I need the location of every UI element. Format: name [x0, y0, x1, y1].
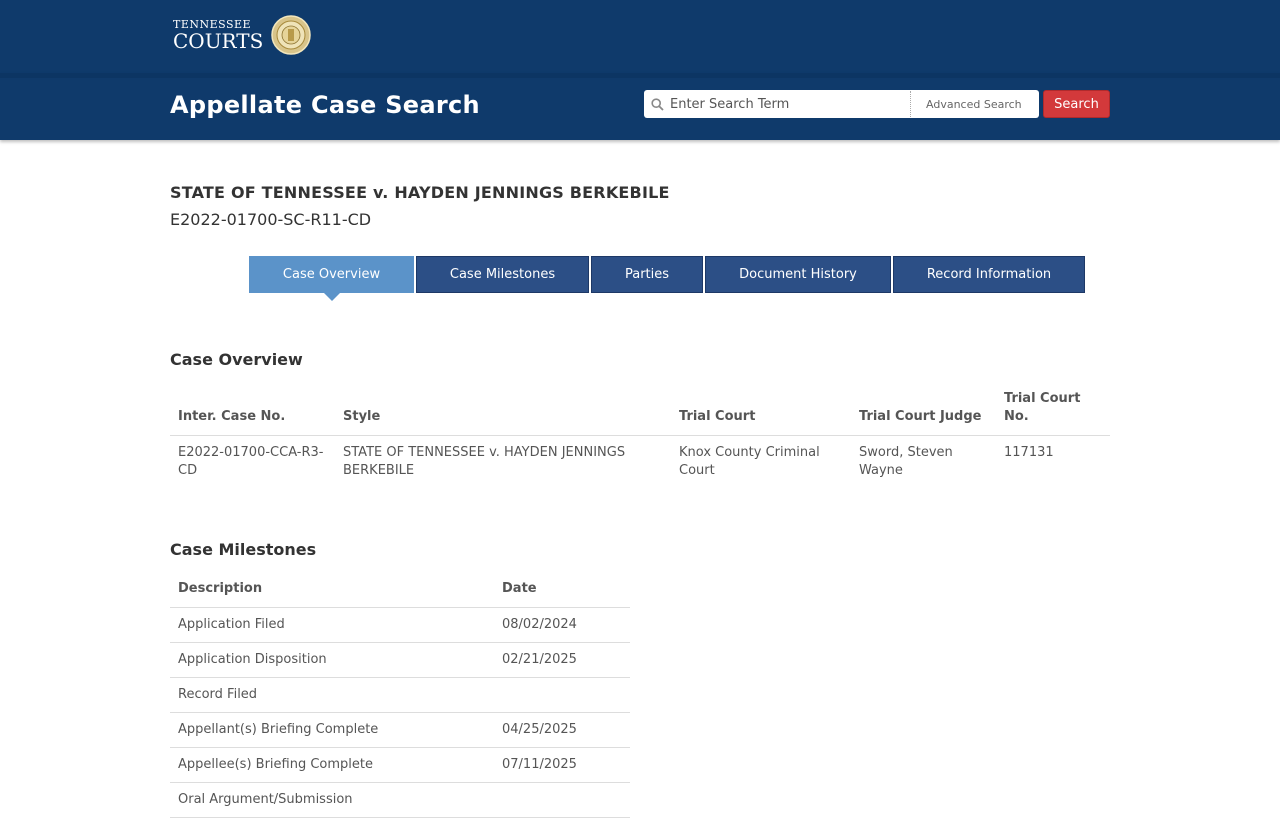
tab-parties[interactable]: Parties — [591, 256, 703, 293]
column-header: Inter. Case No. — [170, 382, 335, 436]
column-header: Trial Court No. — [996, 382, 1110, 436]
table-cell: Appellant(s) Briefing Complete — [170, 712, 494, 748]
table-row: Appellant(s) Briefing Complete 04/25/202… — [170, 712, 630, 748]
table-cell — [494, 782, 630, 818]
table-cell: 04/25/2025 — [494, 712, 630, 748]
advanced-search-link[interactable]: Advanced Search — [910, 91, 1022, 117]
column-header: Trial Court — [671, 382, 851, 436]
table-row: Application Disposition 02/21/2025 — [170, 642, 630, 678]
table-header-row: Description Date — [170, 572, 630, 608]
table-row: Appellee(s) Briefing Complete 07/11/2025 — [170, 747, 630, 783]
tab-case-milestones[interactable]: Case Milestones — [416, 256, 589, 293]
search-input[interactable] — [670, 91, 910, 117]
table-cell: 117131 — [1004, 445, 1054, 460]
column-header: Date — [494, 572, 630, 608]
top-header: TENNESSEE COURTS — [0, 0, 1280, 73]
table-cell: Appellee(s) Briefing Complete — [170, 747, 494, 783]
case-tabs: Case Overview Case Milestones Parties Do… — [249, 256, 1085, 301]
case-title: STATE OF TENNESSEE v. HAYDEN JENNINGS BE… — [170, 183, 670, 202]
case-number: E2022-01700-SC-R11-CD — [170, 210, 372, 229]
case-overview-table: Inter. Case No. Style Trial Court Trial … — [170, 382, 1110, 488]
case-milestones-table: Description Date Application Filed 08/02… — [170, 572, 630, 818]
column-header: Style — [335, 382, 671, 436]
search-button[interactable]: Search — [1043, 90, 1110, 118]
table-row: E2022-01700-CCA-R3-CD STATE OF TENNESSEE… — [170, 436, 1110, 489]
page-title: Appellate Case Search — [170, 91, 480, 119]
table-cell: 08/02/2024 — [494, 607, 630, 643]
table-header-row: Inter. Case No. Style Trial Court Trial … — [170, 382, 1110, 436]
tennessee-courts-logo[interactable]: TENNESSEE COURTS — [173, 14, 312, 56]
case-overview-heading: Case Overview — [170, 350, 303, 369]
table-row: Record Filed — [170, 677, 630, 713]
column-header: Description — [170, 572, 494, 608]
tab-case-overview[interactable]: Case Overview — [249, 256, 414, 301]
table-cell: STATE OF TENNESSEE v. HAYDEN JENNINGS BE… — [343, 445, 626, 478]
table-cell: Application Filed — [170, 607, 494, 643]
column-header: Trial Court Judge — [851, 382, 996, 436]
table-cell: Sword, Steven Wayne — [859, 445, 953, 478]
table-cell: Oral Argument/Submission — [170, 782, 494, 818]
table-cell: 02/21/2025 — [494, 642, 630, 678]
case-milestones-heading: Case Milestones — [170, 540, 317, 559]
tab-document-history[interactable]: Document History — [705, 256, 891, 293]
logo-text: TENNESSEE COURTS — [173, 19, 263, 51]
table-cell: Application Disposition — [170, 642, 494, 678]
search-icon — [644, 90, 670, 118]
search-box: Advanced Search — [644, 90, 1039, 118]
tab-record-information[interactable]: Record Information — [893, 256, 1085, 293]
table-cell — [494, 677, 630, 713]
table-row: Oral Argument/Submission — [170, 782, 630, 818]
state-seal-icon — [271, 15, 312, 55]
logo-big-text: COURTS — [173, 29, 264, 53]
search-header-bar: Appellate Case Search Advanced Search Se… — [0, 73, 1280, 140]
table-cell: Knox County Criminal Court — [679, 445, 820, 478]
table-cell: Record Filed — [170, 677, 494, 713]
table-cell: 07/11/2025 — [494, 747, 630, 783]
table-cell: E2022-01700-CCA-R3-CD — [178, 445, 324, 478]
table-row: Application Filed 08/02/2024 — [170, 607, 630, 643]
